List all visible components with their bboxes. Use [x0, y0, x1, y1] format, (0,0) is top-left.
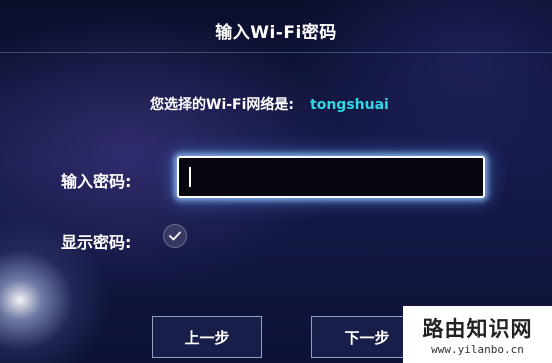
show-password-checkbox[interactable] — [163, 224, 187, 248]
password-input[interactable] — [177, 156, 485, 198]
checkmark-icon — [169, 231, 181, 241]
title-divider — [0, 52, 552, 53]
show-password-label: 显示密码: — [61, 233, 132, 252]
prev-step-button[interactable]: 上一步 — [152, 316, 262, 358]
network-ssid: tongshuai — [310, 97, 389, 113]
watermark-title: 路由知识网 — [422, 317, 533, 341]
watermark-url: www.yilanbo.cn — [431, 343, 524, 356]
network-prompt: 您选择的Wi-Fi网络是: — [150, 97, 295, 113]
network-info: 您选择的Wi-Fi网络是: tongshuai — [150, 94, 389, 114]
text-caret — [189, 167, 191, 187]
password-label: 输入密码: — [61, 172, 132, 191]
watermark: 路由知识网 www.yilanbo.cn — [403, 306, 552, 363]
dialog-title: 输入Wi-Fi密码 — [215, 23, 337, 43]
